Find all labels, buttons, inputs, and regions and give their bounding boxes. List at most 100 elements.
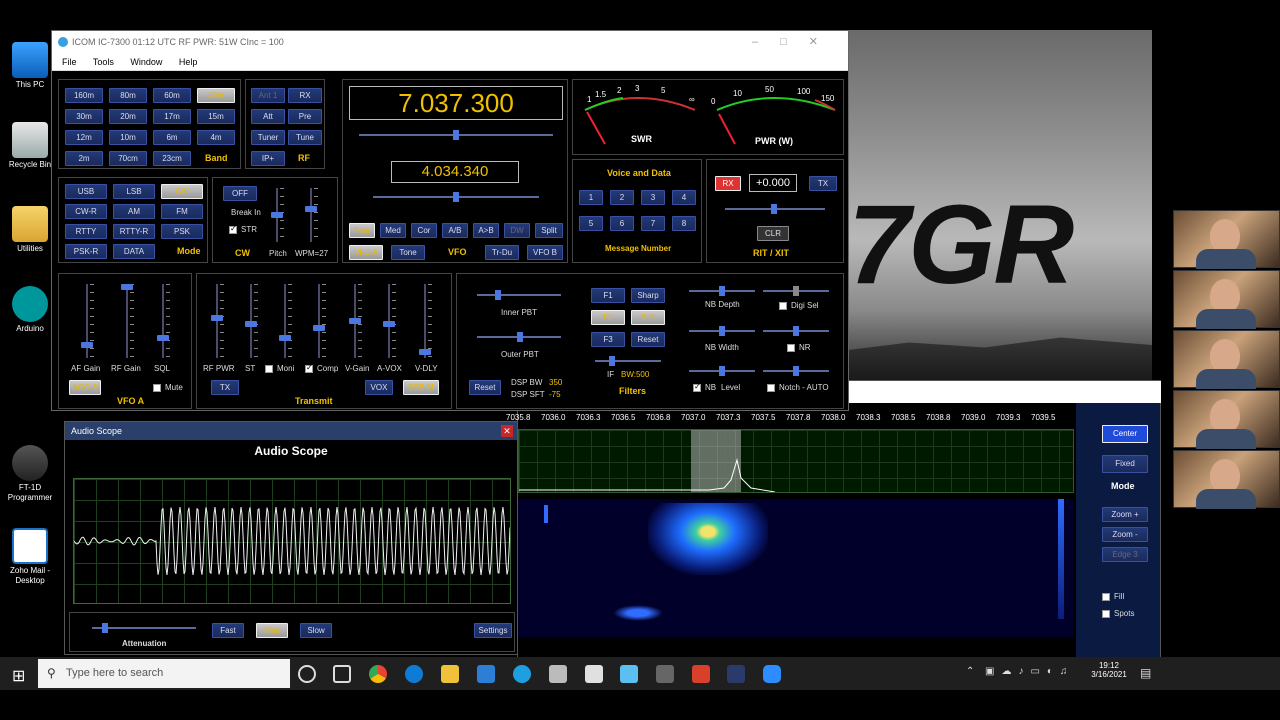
mode-button-fm[interactable]: FM	[161, 204, 203, 219]
transmit-slider-moni[interactable]	[279, 284, 292, 358]
attenuation-slider[interactable]	[92, 623, 196, 633]
transmit-slider-v-gain[interactable]	[349, 284, 362, 358]
split-button[interactable]: Split	[535, 223, 563, 238]
audio-scope-titlebar[interactable]: Audio Scope	[65, 422, 517, 440]
band-button-15m[interactable]: 15m	[197, 109, 235, 124]
message-button-7[interactable]: 7	[641, 216, 665, 231]
cortana-icon[interactable]	[298, 665, 316, 683]
band-button-20m[interactable]: 20m	[109, 109, 147, 124]
window-titlebar[interactable]: ICOM IC-7300 01:12 UTC RF PWR: 51W CInc …	[52, 31, 848, 53]
browser-app-icon[interactable]	[513, 665, 531, 683]
f3-button[interactable]: F3	[591, 332, 625, 347]
clr-button[interactable]: CLR	[757, 226, 789, 241]
tx-button[interactable]: TX	[211, 380, 239, 395]
rf-gain-slider[interactable]	[121, 284, 134, 358]
mode-button-rtty-r[interactable]: RTTY-R	[113, 224, 155, 239]
band-button-17m[interactable]: 17m	[153, 109, 191, 124]
tr-du-button[interactable]: Tr-Du	[485, 245, 519, 260]
desktop-icon-recycle-bin[interactable]: Recycle Bin	[5, 122, 55, 170]
pbt-reset-button[interactable]: Reset	[469, 380, 501, 395]
vfo-a-button[interactable]: VFO A	[349, 245, 383, 260]
webcam-tile[interactable]	[1173, 390, 1280, 449]
mode-button-am[interactable]: AM	[113, 204, 155, 219]
sharp-button[interactable]: Sharp	[631, 288, 665, 303]
dw-button[interactable]: DW	[504, 223, 530, 238]
fill-checkbox[interactable]	[1102, 593, 1110, 601]
desktop-icon-utilities[interactable]: Utilities	[5, 206, 55, 254]
message-button-5[interactable]: 5	[579, 216, 603, 231]
desktop-icon-ft1d[interactable]: FT-1D Programmer	[5, 445, 55, 503]
office-icon[interactable]	[692, 665, 710, 683]
ant1-button[interactable]: Ant 1	[251, 88, 285, 103]
message-button-8[interactable]: 8	[672, 216, 696, 231]
zoom-out-button[interactable]: Zoom -	[1102, 527, 1148, 542]
vfo-b-frequency[interactable]: 4.034.340	[391, 161, 519, 183]
band-button-60m[interactable]: 60m	[153, 88, 191, 103]
desktop-icon-this-pc[interactable]: This PC	[5, 42, 55, 90]
transmit-slider-v-dly[interactable]	[419, 284, 432, 358]
edge-icon[interactable]	[405, 665, 423, 683]
notifications-icon[interactable]: ▤	[1140, 666, 1151, 680]
att-button[interactable]: Att	[251, 109, 285, 124]
message-button-6[interactable]: 6	[610, 216, 634, 231]
task-view-icon[interactable]	[333, 665, 351, 683]
if-slider[interactable]	[595, 356, 661, 366]
outer-pbt-slider[interactable]	[477, 332, 561, 342]
break-in-off-button[interactable]: OFF	[223, 186, 257, 201]
band-button-2m[interactable]: 2m	[65, 151, 103, 166]
chrome-icon[interactable]	[369, 665, 387, 683]
mode-button-rtty[interactable]: RTTY	[65, 224, 107, 239]
app-icon[interactable]	[656, 665, 674, 683]
app-icon[interactable]	[549, 665, 567, 683]
window-controls[interactable]: –□✕	[752, 31, 840, 53]
ip-plus-button[interactable]: IP+	[251, 151, 285, 166]
slow-button[interactable]: Slow	[300, 623, 332, 638]
tune-button[interactable]: Tune	[288, 130, 322, 145]
mode-button-psk-r[interactable]: PSK-R	[65, 244, 107, 259]
app-icon[interactable]	[585, 665, 603, 683]
band-button-6m[interactable]: 6m	[153, 130, 191, 145]
med-speed-button[interactable]: Med	[256, 623, 288, 638]
digi-sel-checkbox[interactable]	[779, 302, 787, 310]
rit-offset[interactable]: +0.000	[749, 174, 797, 192]
webcam-tile[interactable]	[1173, 270, 1280, 329]
webcam-tile[interactable]	[1173, 330, 1280, 389]
cor-button[interactable]: Cor	[411, 223, 437, 238]
webcam-tile[interactable]	[1173, 210, 1280, 269]
band-button-80m[interactable]: 80m	[109, 88, 147, 103]
a-b-swap-button[interactable]: A/B	[442, 223, 468, 238]
mode-button-cw[interactable]: CW	[161, 184, 203, 199]
rit-slider[interactable]	[725, 204, 825, 214]
settings-button[interactable]: Settings	[474, 623, 512, 638]
vfo-b-button[interactable]: VFO B	[527, 245, 563, 260]
mode-button-usb[interactable]: USB	[65, 184, 107, 199]
nr-slider[interactable]	[763, 326, 829, 336]
webcam-tile[interactable]	[1173, 450, 1280, 509]
af-gain-slider[interactable]	[81, 284, 94, 358]
transmit-slider-rf-pwr[interactable]	[211, 284, 224, 358]
mail-app-icon[interactable]	[477, 665, 495, 683]
ssb-m-button[interactable]: SSB-M	[403, 380, 439, 395]
moni-checkbox[interactable]	[265, 365, 273, 373]
zoom-icon[interactable]	[763, 665, 781, 683]
chevron-up-icon[interactable]: ⌃	[966, 666, 974, 677]
band-button-23cm[interactable]: 23cm	[153, 151, 191, 166]
nb-checkbox[interactable]	[693, 382, 701, 392]
nb-depth-slider[interactable]	[689, 286, 755, 296]
band-button-10m[interactable]: 10m	[109, 130, 147, 145]
band-button-70cm[interactable]: 70cm	[109, 151, 147, 166]
nb-level-slider[interactable]	[689, 366, 755, 376]
mode-button-cw-r[interactable]: CW-R	[65, 204, 107, 219]
str-checkbox[interactable]	[229, 224, 237, 234]
menu-file[interactable]: File	[62, 57, 77, 67]
message-button-2[interactable]: 2	[610, 190, 634, 205]
notch-checkbox[interactable]	[767, 384, 775, 392]
fine-button[interactable]: Fine	[349, 223, 375, 238]
band-button-30m[interactable]: 30m	[65, 109, 103, 124]
nb-width-slider[interactable]	[689, 326, 755, 336]
center-button[interactable]: Center	[1102, 425, 1148, 443]
pre-button[interactable]: Pre	[288, 109, 322, 124]
fixed-button[interactable]: Fixed	[1102, 455, 1148, 473]
inner-pbt-slider[interactable]	[477, 290, 561, 300]
mode-button-lsb[interactable]: LSB	[113, 184, 155, 199]
